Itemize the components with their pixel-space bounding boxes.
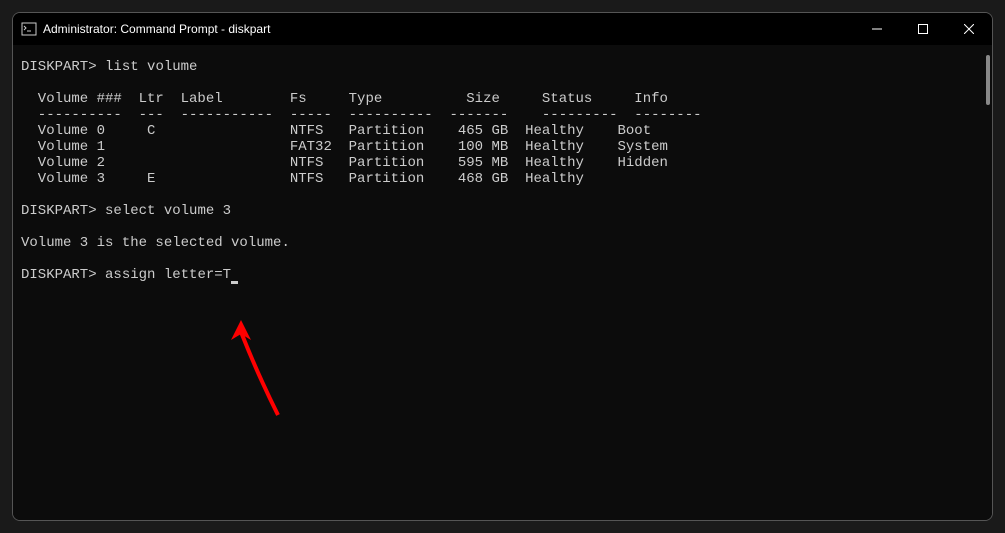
table-row: Volume 3 E NTFS Partition 468 GB Healthy (21, 171, 618, 187)
command-text: list volume (105, 59, 197, 75)
response-line: Volume 3 is the selected volume. (21, 235, 290, 251)
prompt: DISKPART> (21, 203, 97, 219)
prompt-line-2: DISKPART> select volume 3 (21, 203, 231, 219)
scrollbar[interactable] (986, 55, 990, 105)
table-row: Volume 2 NTFS Partition 595 MB Healthy H… (21, 155, 668, 171)
table-row: Volume 1 FAT32 Partition 100 MB Healthy … (21, 139, 668, 155)
window-title: Administrator: Command Prompt - diskpart (43, 22, 270, 36)
terminal-body[interactable]: DISKPART> list volume Volume ### Ltr Lab… (13, 45, 992, 520)
prompt: DISKPART> (21, 267, 97, 283)
close-button[interactable] (946, 13, 992, 45)
maximize-button[interactable] (900, 13, 946, 45)
table-header-row: Volume ### Ltr Label Fs Type Size Status… (21, 91, 668, 107)
annotation-arrow (223, 320, 293, 425)
titlebar[interactable]: Administrator: Command Prompt - diskpart (13, 13, 992, 45)
app-icon (21, 21, 37, 37)
table-row: Volume 0 C NTFS Partition 465 GB Healthy… (21, 123, 651, 139)
terminal-content: DISKPART> list volume Volume ### Ltr Lab… (21, 59, 984, 283)
titlebar-controls (854, 13, 992, 45)
command-text: assign letter=T (105, 267, 231, 283)
command-text: select volume 3 (105, 203, 231, 219)
prompt-line-3: DISKPART> assign letter=T (21, 267, 238, 283)
prompt: DISKPART> (21, 59, 97, 75)
table-separator-row: ---------- --- ----------- ----- -------… (21, 107, 702, 123)
prompt-line-1: DISKPART> list volume (21, 59, 197, 75)
titlebar-left: Administrator: Command Prompt - diskpart (21, 21, 270, 37)
command-prompt-window: Administrator: Command Prompt - diskpart… (12, 12, 993, 521)
cursor (231, 281, 238, 284)
minimize-button[interactable] (854, 13, 900, 45)
